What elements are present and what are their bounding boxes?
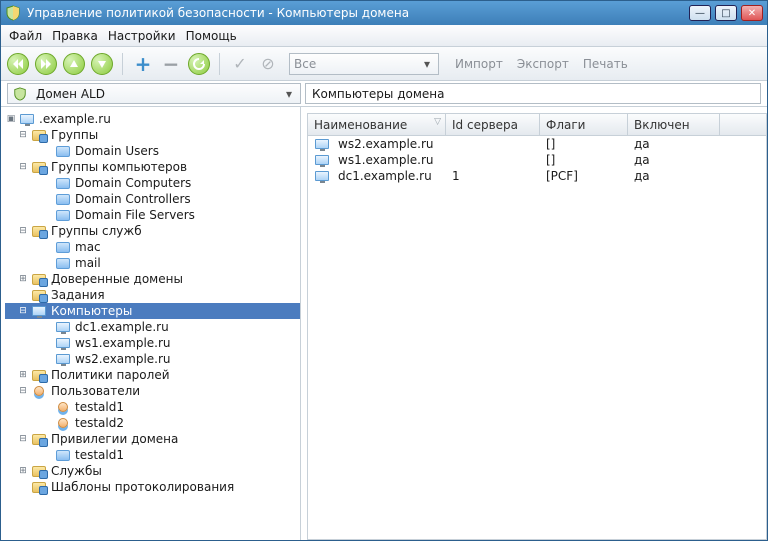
shield-icon: [12, 87, 28, 101]
app-window: Управление политикой безопасности - Комп…: [0, 0, 768, 541]
filter-combo[interactable]: Все ▾: [289, 53, 439, 75]
export-link[interactable]: Экспорт: [517, 57, 569, 71]
table-row[interactable]: ws1.example.ru [] да: [308, 152, 766, 168]
tree-root[interactable]: ▣.example.ru: [5, 111, 300, 127]
nav-down-button[interactable]: [91, 53, 113, 75]
table-row[interactable]: ws2.example.ru [] да: [308, 136, 766, 152]
tree-password-policies[interactable]: ⊞Политики паролей: [5, 367, 300, 383]
tree-testald2[interactable]: testald2: [5, 415, 300, 431]
chevron-down-icon: ▾: [282, 87, 296, 101]
menu-file[interactable]: Файл: [9, 29, 42, 43]
print-link[interactable]: Печать: [583, 57, 628, 71]
tree-domain-privileges[interactable]: ⊟Привилегии домена: [5, 431, 300, 447]
maximize-button[interactable]: □: [715, 5, 737, 21]
menu-settings[interactable]: Настройки: [108, 29, 176, 43]
shield-icon: [5, 5, 21, 21]
nav-first-button[interactable]: [7, 53, 29, 75]
refresh-button[interactable]: [188, 53, 210, 75]
tree-mail[interactable]: mail: [5, 255, 300, 271]
tree-services[interactable]: ⊞Службы: [5, 463, 300, 479]
host-icon: [314, 137, 330, 151]
col-enabled[interactable]: Включен: [628, 114, 720, 135]
separator: [122, 53, 123, 75]
filter-combo-value: Все: [294, 57, 316, 71]
close-button[interactable]: ✕: [741, 5, 763, 21]
menu-edit[interactable]: Правка: [52, 29, 98, 43]
tree-audit-templates[interactable]: Шаблоны протоколирования: [5, 479, 300, 495]
tree-computer-groups[interactable]: ⊟Группы компьютеров: [5, 159, 300, 175]
tree-ws1[interactable]: ws1.example.ru: [5, 335, 300, 351]
cancel-button[interactable]: ⊘: [257, 53, 279, 75]
data-grid: Наименование▽ Id сервера Флаги Включен w…: [307, 113, 767, 540]
menu-help[interactable]: Помощь: [186, 29, 237, 43]
tree-service-groups[interactable]: ⊟Группы служб: [5, 223, 300, 239]
chevron-down-icon: ▾: [420, 57, 434, 71]
window-title: Управление политикой безопасности - Комп…: [27, 6, 409, 20]
domain-combo[interactable]: Домен ALD ▾: [7, 83, 301, 104]
grid-body: ws2.example.ru [] да ws1.example.ru [] д…: [308, 136, 766, 539]
col-name[interactable]: Наименование▽: [308, 114, 446, 135]
tree-tasks[interactable]: Задания: [5, 287, 300, 303]
separator: [219, 53, 220, 75]
nav-last-button[interactable]: [35, 53, 57, 75]
tree-domain-controllers[interactable]: Domain Controllers: [5, 191, 300, 207]
menubar: Файл Правка Настройки Помощь: [1, 25, 767, 47]
tree-trusted-domains[interactable]: ⊞Доверенные домены: [5, 271, 300, 287]
col-server-id[interactable]: Id сервера: [446, 114, 540, 135]
tree-domain-users[interactable]: Domain Users: [5, 143, 300, 159]
tree-ws2[interactable]: ws2.example.ru: [5, 351, 300, 367]
tree-groups[interactable]: ⊟Группы: [5, 127, 300, 143]
grid-header: Наименование▽ Id сервера Флаги Включен: [308, 114, 766, 136]
tree-mac[interactable]: mac: [5, 239, 300, 255]
nav-up-button[interactable]: [63, 53, 85, 75]
breadcrumb[interactable]: Компьютеры домена: [305, 83, 761, 104]
tree-domain-file-servers[interactable]: Domain File Servers: [5, 207, 300, 223]
domain-combo-value: Домен ALD: [36, 87, 105, 101]
col-flags[interactable]: Флаги: [540, 114, 628, 135]
breadcrumb-text: Компьютеры домена: [312, 87, 445, 101]
host-icon: [314, 153, 330, 167]
content-panel: Наименование▽ Id сервера Флаги Включен w…: [301, 107, 767, 540]
apply-button[interactable]: ✓: [229, 53, 251, 75]
host-icon: [314, 169, 330, 183]
tree-dc1[interactable]: dc1.example.ru: [5, 319, 300, 335]
sort-icon: ▽: [434, 117, 441, 127]
tree-computers[interactable]: ⊟Компьютеры: [5, 303, 300, 319]
import-link[interactable]: Импорт: [455, 57, 503, 71]
tree-users[interactable]: ⊟Пользователи: [5, 383, 300, 399]
table-row[interactable]: dc1.example.ru 1 [PCF] да: [308, 168, 766, 184]
toolbar: + − ✓ ⊘ Все ▾ Импорт Экспорт Печать: [1, 47, 767, 81]
titlebar: Управление политикой безопасности - Комп…: [1, 1, 767, 25]
tree-panel: ▣.example.ru ⊟Группы Domain Users ⊟Групп…: [1, 107, 301, 540]
body: ▣.example.ru ⊟Группы Domain Users ⊟Групп…: [1, 107, 767, 540]
tree-testald1[interactable]: testald1: [5, 399, 300, 415]
remove-button[interactable]: −: [160, 53, 182, 75]
minimize-button[interactable]: —: [689, 5, 711, 21]
tree-domain-computers[interactable]: Domain Computers: [5, 175, 300, 191]
domain-row: Домен ALD ▾ Компьютеры домена: [1, 81, 767, 107]
add-button[interactable]: +: [132, 53, 154, 75]
tree-priv-testald1[interactable]: testald1: [5, 447, 300, 463]
